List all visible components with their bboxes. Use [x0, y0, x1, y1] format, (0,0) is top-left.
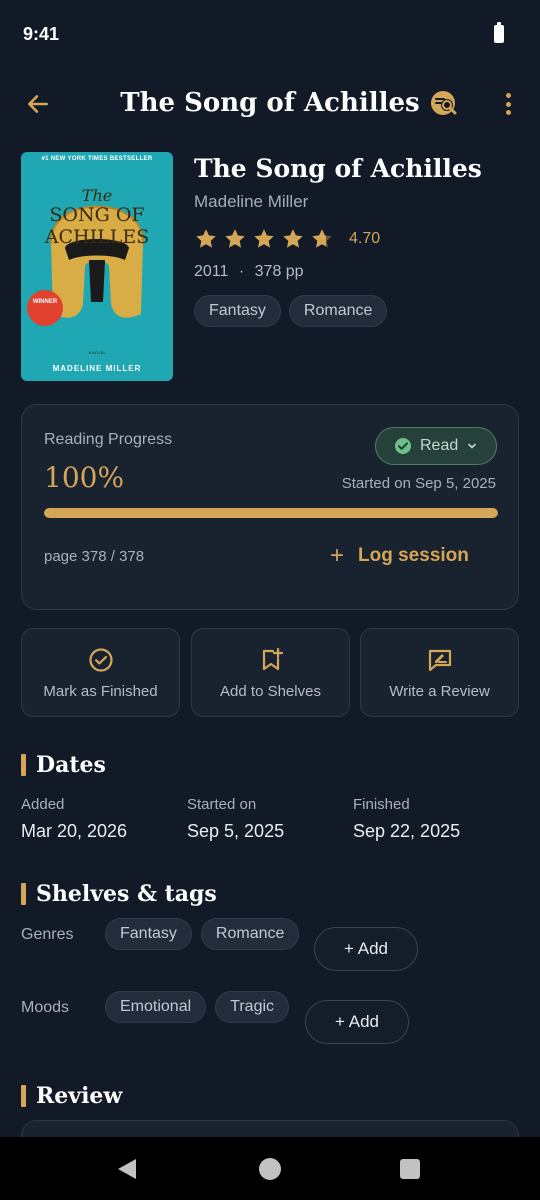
genre-chips: Fantasy Romance — [194, 295, 388, 327]
date-value: Sep 5, 2025 — [187, 821, 285, 841]
meta-separator: · — [238, 263, 245, 280]
mark-finished-button[interactable]: Mark as Finished — [21, 628, 180, 717]
date-value: Mar 20, 2026 — [21, 821, 128, 841]
battery-icon — [494, 22, 504, 43]
genre-tag[interactable]: Romance — [200, 918, 300, 950]
book-meta: 2011 · 378 pp — [194, 263, 304, 281]
add-to-shelves-label: Add to Shelves — [220, 683, 321, 700]
progress-percent: 100% — [44, 461, 125, 494]
award-badge: WINNER — [27, 290, 63, 326]
nav-recents-icon[interactable] — [400, 1159, 420, 1179]
nav-back-icon[interactable] — [118, 1159, 136, 1179]
page-progress-text: page 378 / 378 — [44, 548, 145, 565]
shelves-section-title: Shelves & tags — [36, 881, 217, 907]
add-genre-button[interactable]: + Add — [314, 927, 418, 971]
top-app-bar: The Song of Achilles — [0, 78, 540, 134]
dot-icon — [505, 93, 511, 98]
genre-tags: Fantasy Romance — [105, 918, 300, 950]
cover-title-the: The — [81, 186, 113, 205]
bookmark-plus-icon — [262, 647, 284, 671]
check-circle-icon — [89, 648, 113, 672]
add-to-shelves-button[interactable]: Add to Shelves — [191, 628, 350, 717]
date-started: Started on Sep 5, 2025 — [187, 796, 284, 842]
add-mood-button[interactable]: + Add — [305, 1000, 409, 1044]
date-added: Added Mar 20, 2026 — [21, 796, 127, 842]
dates-section-title: Dates — [36, 752, 106, 778]
chevron-down-icon — [468, 443, 477, 449]
star-filled-icon — [225, 229, 245, 248]
review-section-header: Review — [21, 1083, 122, 1109]
star-half-icon — [312, 229, 332, 248]
dates-section-header: Dates — [21, 752, 106, 778]
review-section-title: Review — [36, 1083, 123, 1109]
book-search-icon — [431, 91, 457, 115]
reading-status-label: Read — [420, 437, 459, 454]
shelves-section-header: Shelves & tags — [21, 881, 217, 907]
date-label: Finished — [353, 796, 410, 813]
publish-year: 2011 — [194, 263, 229, 280]
plus-icon: + — [330, 542, 345, 569]
book-title: The Song of Achilles — [194, 154, 482, 183]
progress-fill — [44, 508, 498, 518]
date-label: Started on — [187, 796, 257, 813]
cover-novel-label: A NOVEL — [88, 350, 106, 355]
section-accent-bar — [21, 883, 26, 905]
system-navigation-bar — [0, 1137, 540, 1200]
star-filled-icon — [196, 229, 216, 248]
edit-review-icon — [428, 649, 452, 672]
page-count: 378 pp — [254, 263, 304, 280]
genres-label: Genres — [21, 926, 74, 943]
log-session-button[interactable]: + Log session — [330, 537, 469, 575]
star-rating — [194, 227, 334, 251]
cover-title: SONG OF ACHILLES — [44, 204, 150, 248]
date-label: Added — [21, 796, 65, 813]
book-cover[interactable]: #1 NEW YORK TIMES BESTSELLER The SONG OF… — [21, 152, 173, 381]
status-time: 9:41 — [23, 24, 60, 44]
star-filled-icon — [283, 229, 303, 248]
star-filled-icon — [254, 229, 274, 248]
more-options-button[interactable] — [496, 90, 520, 118]
status-bar: 9:41 — [0, 0, 540, 70]
genre-chip[interactable]: Romance — [288, 295, 388, 327]
genre-chip[interactable]: Fantasy — [194, 295, 281, 327]
write-review-label: Write a Review — [389, 683, 490, 700]
moods-label: Moods — [21, 999, 70, 1016]
mood-tag[interactable]: Emotional — [105, 991, 207, 1023]
write-review-button[interactable]: Write a Review — [360, 628, 519, 717]
log-session-label: Log session — [358, 545, 469, 566]
started-date: Started on Sep 5, 2025 — [341, 475, 496, 492]
progress-bar — [44, 508, 498, 518]
section-accent-bar — [21, 1085, 26, 1107]
cover-author: MADELINE MILLER — [52, 364, 142, 373]
rating-value: 4.70 — [349, 230, 381, 247]
reading-progress-card: Reading Progress 100% Read Started on Se… — [21, 404, 519, 610]
check-circle-icon — [395, 438, 411, 454]
section-accent-bar — [21, 754, 26, 776]
nav-home-icon[interactable] — [259, 1158, 281, 1180]
mood-tag[interactable]: Tragic — [215, 991, 290, 1023]
mood-tags: Emotional Tragic — [105, 991, 290, 1023]
search-book-button[interactable] — [428, 87, 462, 121]
date-finished: Finished Sep 22, 2025 — [353, 796, 460, 842]
progress-label: Reading Progress — [44, 431, 173, 448]
book-author: Madeline Miller — [194, 192, 309, 211]
genre-tag[interactable]: Fantasy — [105, 918, 192, 950]
dot-icon — [505, 101, 511, 107]
mark-finished-label: Mark as Finished — [43, 683, 158, 700]
date-value: Sep 22, 2025 — [353, 821, 461, 841]
reading-status-button[interactable]: Read — [375, 427, 497, 465]
dot-icon — [505, 110, 511, 115]
cover-banner: #1 NEW YORK TIMES BESTSELLER — [41, 156, 153, 162]
